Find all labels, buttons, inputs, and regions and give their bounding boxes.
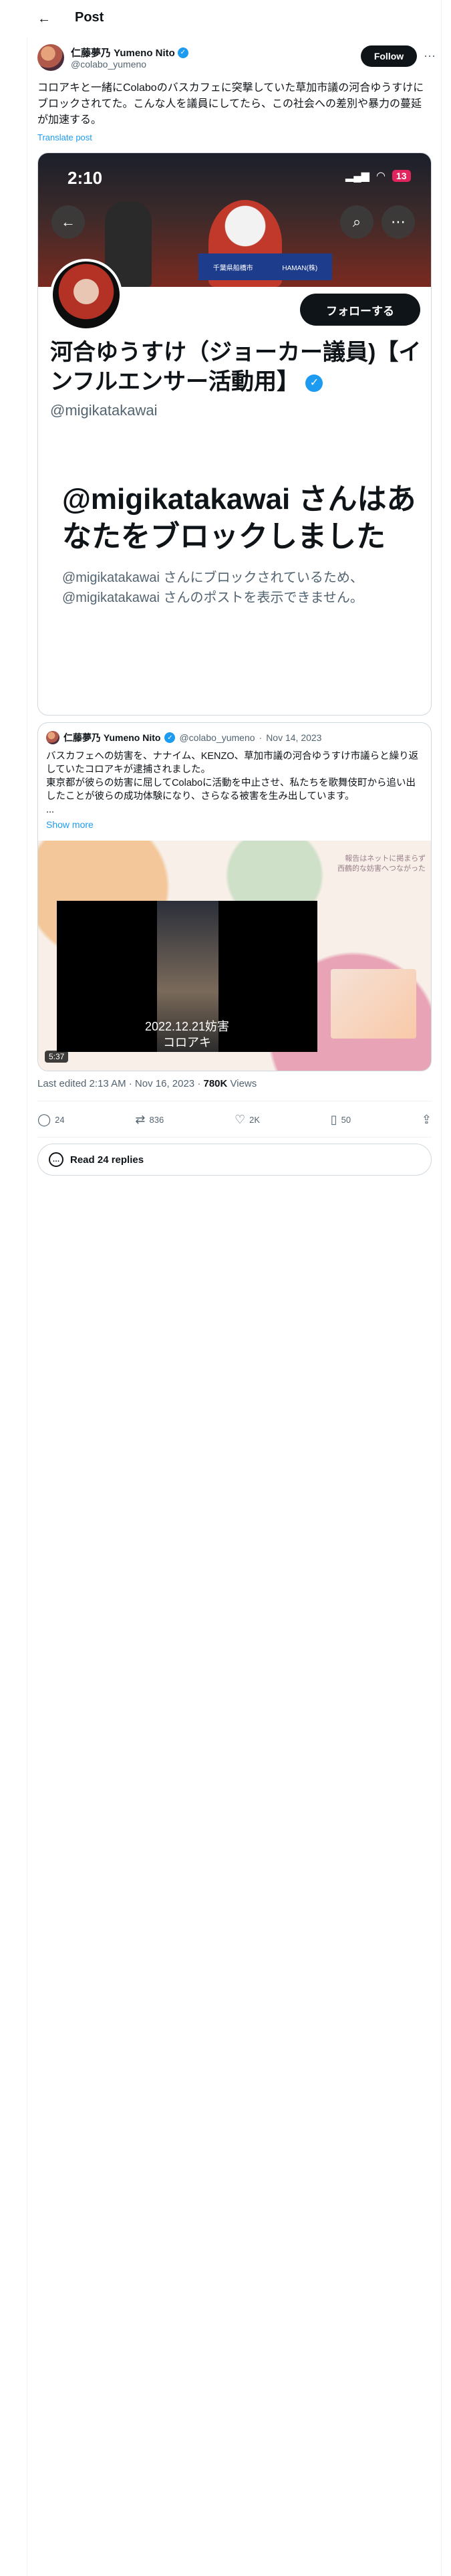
verified-badge-icon: ✓ [305, 374, 323, 393]
video-side-text: 報告はネットに掲まらず 西鶴的な妨害へつながった [337, 855, 426, 873]
right-rail-border [441, 0, 442, 2576]
wifi-icon: ◠ [375, 171, 386, 182]
separator-dot: · [259, 732, 263, 743]
like-count: 2K [249, 1114, 260, 1125]
like-button[interactable]: ♡ 2K [235, 1113, 260, 1127]
video-frame: 2022.12.21妨害 コロアキ [57, 901, 317, 1052]
blocked-title: @migikatakawai さんはあなたをブロックしました [62, 483, 416, 553]
profile-handle: @migikatakawai [50, 402, 158, 419]
top-header: ← Post [27, 0, 441, 37]
video-caption: 2022.12.21妨害 コロアキ [144, 1020, 230, 1049]
heart-icon: ♡ [234, 1112, 246, 1126]
profile-picture [50, 259, 122, 331]
podium-plate: 千葉県船橋市 HAMAN(株) [198, 253, 332, 280]
read-replies-label: Read 24 replies [70, 1154, 144, 1166]
blocked-subtitle: @migikatakawai さんにブロックされているため、@migikatak… [62, 570, 363, 605]
author-name[interactable]: 仁藤夢乃 Yumeno Nito ✓ [71, 45, 188, 60]
arrow-left-icon[interactable]: ← [35, 9, 53, 28]
status-time: 2:10 [67, 168, 103, 188]
plate-left-text: 千葉県船橋市 [212, 264, 253, 272]
more-dots-icon: ⋯ [382, 205, 415, 239]
tweet-text: コロアキと一緒にColaboのバスカフェに突撃していた草加市議の河合ゆうすけにブ… [37, 82, 424, 126]
share-icon: ⇪ [421, 1112, 432, 1126]
bookmark-icon: ▯ [330, 1112, 337, 1126]
show-more-link[interactable]: Show more [46, 819, 94, 830]
signal-icon: ▂▄▆ [345, 171, 369, 182]
post-author: 仁藤夢乃 Yumeno Nito ✓ @colabo_yumeno Follow… [37, 43, 436, 75]
translate-post-link[interactable]: Translate post [37, 132, 92, 142]
quote-video[interactable]: 報告はネットに掲まらず 西鶴的な妨害へつながった 2022.12.21妨害 コロ… [38, 841, 431, 1071]
bookmark-count: 50 [341, 1114, 351, 1125]
share-button[interactable]: ⇪ [422, 1113, 432, 1127]
quote-handle: @colabo_yumeno [179, 732, 255, 743]
repost-icon: ⇄ [135, 1112, 146, 1126]
reply-icon: ◯ [37, 1112, 51, 1126]
quoted-post[interactable]: 仁藤夢乃 Yumeno Nito ✓ @colabo_yumeno · Nov … [37, 722, 432, 1071]
reply-count: 24 [55, 1114, 65, 1125]
views-count: 780K [203, 1078, 228, 1089]
views-label: Views [227, 1078, 257, 1089]
status-icons: ▂▄▆ ◠ 13 [345, 169, 411, 183]
repost-button[interactable]: ⇄ 836 [135, 1113, 164, 1127]
battery-level: 13 [392, 170, 411, 182]
divider [37, 1137, 432, 1138]
action-bar: ◯ 24 ⇄ 836 ♡ 2K ▯ 50 ⇪ [37, 1107, 432, 1132]
reply-button[interactable]: ◯ 24 [37, 1113, 65, 1127]
tweet-media-screenshot[interactable]: 2:10 ▂▄▆ ◠ 13 千葉県船橋市 HAMAN(株) ← ⌕ ⋯ フォロー… [37, 152, 432, 716]
speech-bubble-icon: … [49, 1152, 63, 1167]
verified-badge-icon: ✓ [177, 47, 188, 58]
avatar[interactable] [37, 44, 64, 71]
media-follow-button: フォローする [300, 294, 420, 326]
video-duration: 5:37 [45, 1051, 69, 1063]
ellipsis-icon[interactable]: ··· [421, 47, 438, 64]
edited-timestamp[interactable]: Last edited 2:13 AM · Nov 16, 2023 · [37, 1078, 203, 1089]
profile-name-text: 河合ゆうすけ（ジョーカー議員)【インフルエンサー活動用】 [50, 340, 422, 395]
quote-avatar [46, 731, 59, 744]
page-title: Post [75, 10, 104, 25]
follow-button[interactable]: Follow [361, 45, 417, 67]
quote-author-name: 仁藤夢乃 Yumeno Nito [63, 732, 161, 743]
author-handle[interactable]: @colabo_yumeno [71, 59, 146, 70]
quoted-post-header: 仁藤夢乃 Yumeno Nito ✓ @colabo_yumeno · Nov … [46, 731, 321, 744]
read-replies-button[interactable]: … Read 24 replies [37, 1144, 432, 1176]
profile-name: 河合ゆうすけ（ジョーカー議員)【インフルエンサー活動用】 ✓ [50, 338, 424, 397]
verified-badge-icon: ✓ [164, 732, 176, 743]
repost-count: 836 [149, 1114, 164, 1125]
author-name-text: 仁藤夢乃 Yumeno Nito [71, 47, 175, 59]
quote-text: バスカフェへの妨害を、ナナイム、KENZO、草加市議の河合ゆうすけ市議らと繰り返… [46, 751, 419, 815]
video-side-image [331, 969, 416, 1039]
quote-date: Nov 14, 2023 [266, 732, 322, 743]
post-meta: Last edited 2:13 AM · Nov 16, 2023 · 780… [37, 1078, 257, 1089]
bookmark-button[interactable]: ▯ 50 [331, 1113, 351, 1127]
plate-right-text: HAMAN(株) [282, 264, 318, 272]
back-arrow-icon: ← [51, 205, 85, 239]
search-icon: ⌕ [340, 205, 373, 239]
